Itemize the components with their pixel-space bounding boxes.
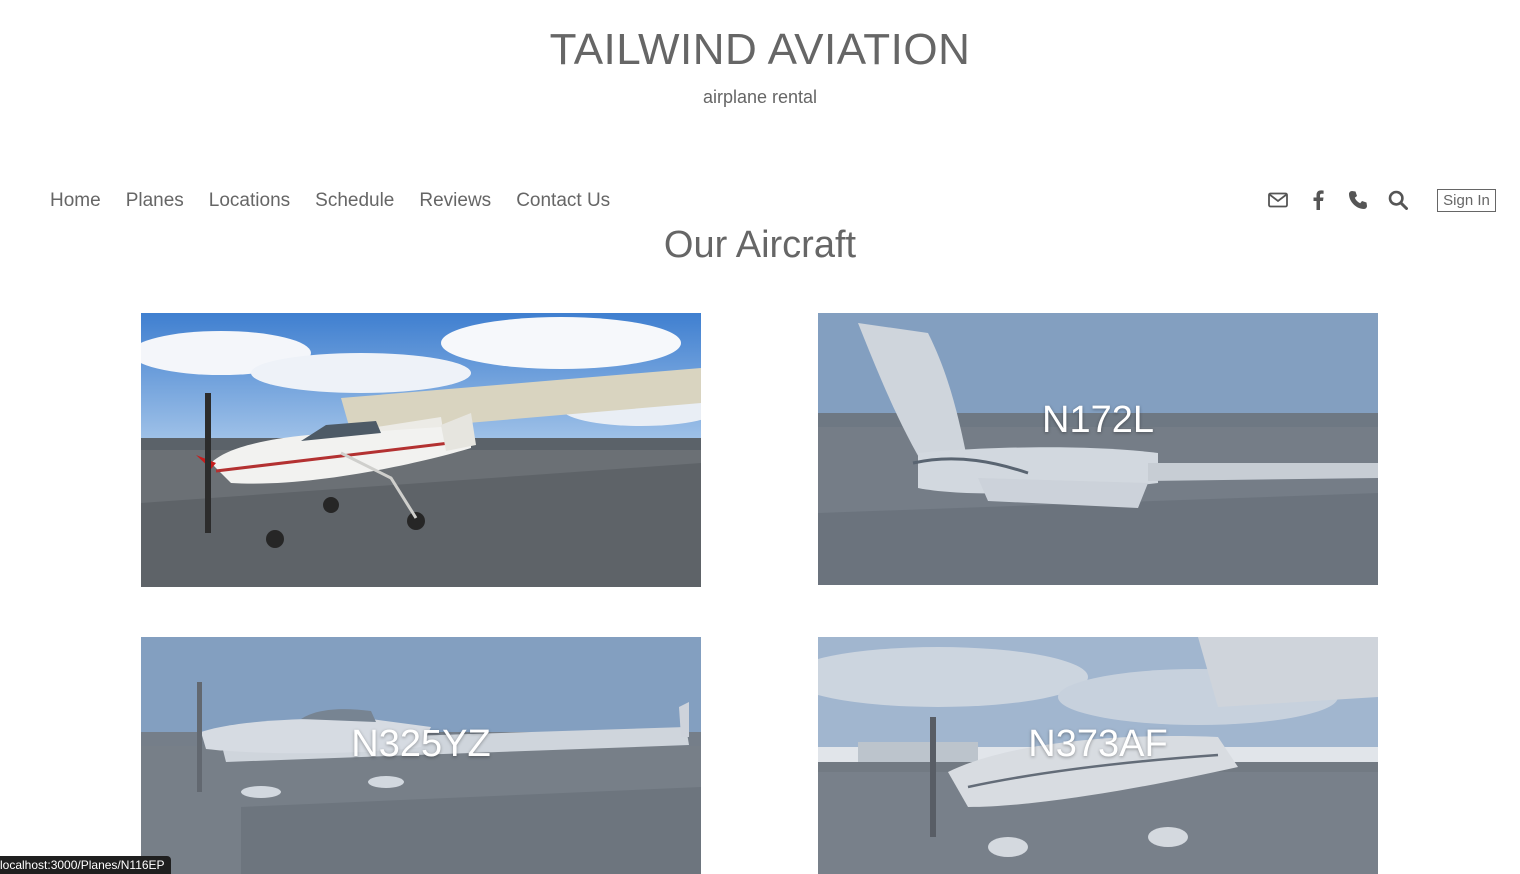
card-overlay [818,313,1378,585]
nav-links: Home Planes Locations Schedule Reviews C… [50,188,635,214]
search-icon[interactable] [1386,188,1410,212]
section-title: Our Aircraft [663,224,857,266]
nav-link-planes[interactable]: Planes [126,188,184,214]
aircraft-card-2[interactable]: N172L [818,313,1378,585]
nav-link-home[interactable]: Home [50,188,101,214]
sign-in-button[interactable]: Sign In [1437,189,1496,212]
nav-link-schedule[interactable]: Schedule [315,188,394,214]
aircraft-card-1[interactable] [141,313,701,587]
aircraft-photo [141,313,701,587]
nav-link-locations[interactable]: Locations [209,188,290,214]
aircraft-card-4[interactable]: N373AF [818,637,1378,874]
nav-icons [1266,188,1426,212]
aircraft-card-3[interactable]: N325YZ [141,637,701,874]
site-title[interactable]: TAILWIND AVIATION [0,24,1520,76]
mail-icon[interactable] [1266,188,1290,212]
site-tagline: airplane rental [702,87,818,107]
nav-link-reviews[interactable]: Reviews [419,188,491,214]
tail-number-label: N325YZ [351,723,491,765]
facebook-icon[interactable] [1306,188,1330,212]
browser-status-url: localhost:3000/Planes/N116EP [0,856,171,874]
phone-icon[interactable] [1346,188,1370,212]
tail-number-label: N172L [1042,399,1154,441]
nav-link-contact-us[interactable]: Contact Us [516,188,610,214]
tail-number-label: N373AF [1028,723,1168,765]
